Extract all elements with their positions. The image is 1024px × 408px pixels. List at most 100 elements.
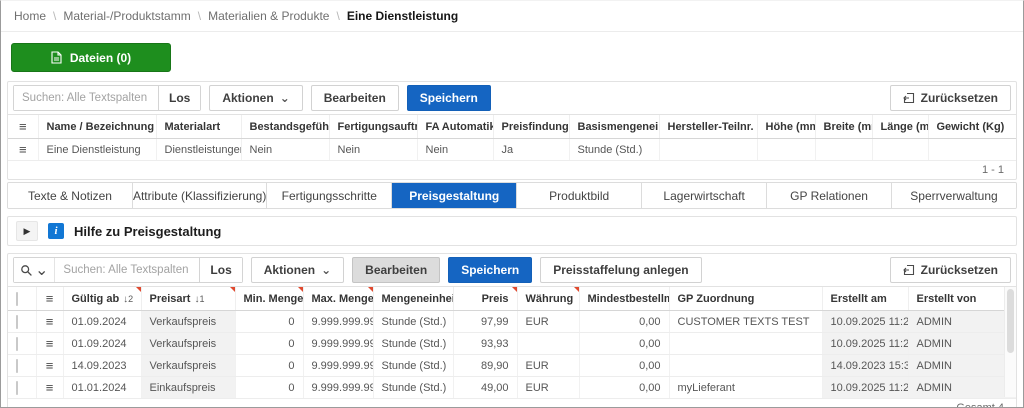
pricing-save-button[interactable]: Speichern (448, 257, 532, 283)
col-header-preis[interactable]: Preis (453, 287, 517, 311)
row-menu-icon[interactable]: ≡ (8, 115, 38, 139)
pricing-edit-button[interactable]: Bearbeiten (352, 257, 440, 283)
product-reset-button[interactable]: Zurücksetzen (890, 85, 1011, 111)
cell-min-menge[interactable]: 0 (235, 311, 303, 333)
cell-preis[interactable]: 49,00 (453, 377, 517, 399)
product-actions-menu-button[interactable]: Aktionen ⌄ (209, 85, 302, 111)
cell-gp-zuordnung[interactable]: myLieferant (669, 377, 822, 399)
col-header-mengeneinheit[interactable]: Mengeneinheit (373, 287, 453, 311)
col-header-waehrung[interactable]: Währung (517, 287, 579, 311)
row-checkbox[interactable] (8, 311, 36, 333)
cell-waehrung[interactable]: EUR (517, 355, 579, 377)
cell-min-menge[interactable]: 0 (235, 333, 303, 355)
col-header-erstellt-am[interactable]: Erstellt am (822, 287, 908, 311)
product-save-button[interactable]: Speichern (407, 85, 491, 111)
cell-max-menge[interactable]: 9.999.999.999 (303, 333, 373, 355)
files-button[interactable]: Dateien (0) (11, 43, 171, 72)
price-row[interactable]: ≡ 14.09.2023 Verkaufspreis 0 9.999.999.9… (8, 355, 1016, 377)
cell-mengeneinheit[interactable]: Stunde (Std.) (373, 355, 453, 377)
row-checkbox[interactable] (8, 333, 36, 355)
cell-mindestbestellmenge[interactable]: 0,00 (579, 333, 669, 355)
col-header-breite[interactable]: Breite (mm) (815, 115, 872, 139)
price-row[interactable]: ≡ 01.01.2024 Einkaufspreis 0 9.999.999.9… (8, 377, 1016, 399)
tab-texte-notizen[interactable]: Texte & Notizen (8, 183, 133, 208)
cell-preis[interactable]: 93,93 (453, 333, 517, 355)
col-header-max-menge[interactable]: Max. Menge (303, 287, 373, 311)
row-menu-icon[interactable]: ≡ (8, 139, 38, 161)
cell-min-menge[interactable]: 0 (235, 377, 303, 399)
row-checkbox[interactable] (8, 377, 36, 399)
tab-preisgestaltung[interactable]: Preisgestaltung (392, 183, 517, 208)
cell-mengeneinheit[interactable]: Stunde (Std.) (373, 377, 453, 399)
cell-max-menge[interactable]: 9.999.999.999 (303, 311, 373, 333)
row-menu-icon[interactable]: ≡ (36, 355, 63, 377)
col-header-preisart[interactable]: Preisart↓1 (141, 287, 235, 311)
cell-preis[interactable]: 89,90 (453, 355, 517, 377)
col-header-basismengeneinheit[interactable]: Basismengeneinheit (569, 115, 659, 139)
scrollbar-thumb[interactable] (1007, 289, 1014, 353)
breadcrumb-materialstamm[interactable]: Material-/Produktstamm (63, 9, 190, 23)
pricing-reset-button[interactable]: Zurücksetzen (890, 257, 1011, 283)
vertical-scrollbar[interactable] (1004, 287, 1016, 397)
cell-hoehe[interactable] (757, 139, 815, 161)
product-row[interactable]: ≡ Eine Dienstleistung Dienstleistungen N… (8, 139, 1016, 161)
col-header-mpn[interactable]: Hersteller-Teilnr. (MPN) (659, 115, 757, 139)
cell-gp-zuordnung[interactable] (669, 333, 822, 355)
cell-gueltig-ab[interactable]: 01.09.2024 (63, 333, 141, 355)
cell-bestandsgefuehrt[interactable]: Nein (241, 139, 329, 161)
cell-gewicht[interactable] (928, 139, 1016, 161)
col-header-hoehe[interactable]: Höhe (mm) (757, 115, 815, 139)
search-column-select-button[interactable]: ⌄ (14, 258, 55, 282)
create-price-tier-button[interactable]: Preisstaffelung anlegen (540, 257, 701, 283)
tab-fertigungsschritte[interactable]: Fertigungsschritte (267, 183, 392, 208)
cell-name[interactable]: Eine Dienstleistung (38, 139, 156, 161)
col-header-materialart[interactable]: Materialart (156, 115, 241, 139)
product-search-go-button[interactable]: Los (158, 86, 200, 110)
cell-gueltig-ab[interactable]: 01.01.2024 (63, 377, 141, 399)
row-checkbox[interactable] (8, 355, 36, 377)
cell-gp-zuordnung[interactable]: CUSTOMER TEXTS TEST (669, 311, 822, 333)
cell-fertigungsauftrag[interactable]: Nein (329, 139, 417, 161)
price-row[interactable]: ≡ 01.09.2024 Verkaufspreis 0 9.999.999.9… (8, 333, 1016, 355)
cell-mengeneinheit[interactable]: Stunde (Std.) (373, 311, 453, 333)
tab-sperrverwaltung[interactable]: Sperrverwaltung (892, 183, 1016, 208)
select-all-checkbox[interactable] (8, 287, 36, 311)
cell-min-menge[interactable]: 0 (235, 355, 303, 377)
tab-lagerwirtschaft[interactable]: Lagerwirtschaft (642, 183, 767, 208)
product-search-input[interactable] (14, 86, 158, 110)
cell-mindestbestellmenge[interactable]: 0,00 (579, 355, 669, 377)
cell-gueltig-ab[interactable]: 14.09.2023 (63, 355, 141, 377)
tab-produktbild[interactable]: Produktbild (517, 183, 642, 208)
cell-max-menge[interactable]: 9.999.999.999 (303, 355, 373, 377)
cell-mindestbestellmenge[interactable]: 0,00 (579, 311, 669, 333)
cell-mindestbestellmenge[interactable]: 0,00 (579, 377, 669, 399)
tab-attribute[interactable]: Attribute (Klassifizierung) (133, 183, 267, 208)
col-header-min-menge[interactable]: Min. Menge (235, 287, 303, 311)
col-header-gueltig-ab[interactable]: Gültig ab↓2 (63, 287, 141, 311)
cell-gueltig-ab[interactable]: 01.09.2024 (63, 311, 141, 333)
cell-fa-automatik[interactable]: Nein (417, 139, 493, 161)
price-row[interactable]: ≡ 01.09.2024 Verkaufspreis 0 9.999.999.9… (8, 311, 1016, 333)
cell-max-menge[interactable]: 9.999.999.999 (303, 377, 373, 399)
col-header-mindestbestellmenge[interactable]: Mindestbestellmenge (579, 287, 669, 311)
cell-laenge[interactable] (872, 139, 928, 161)
cell-mengeneinheit[interactable]: Stunde (Std.) (373, 333, 453, 355)
pricing-search-go-button[interactable]: Los (199, 258, 241, 282)
col-header-gewicht[interactable]: Gewicht (Kg) (928, 115, 1016, 139)
cell-waehrung[interactable] (517, 333, 579, 355)
col-header-fa-automatik[interactable]: FA Automatik (417, 115, 493, 139)
cell-mpn[interactable] (659, 139, 757, 161)
col-header-gp-zuordnung[interactable]: GP Zuordnung (669, 287, 822, 311)
row-menu-icon[interactable]: ≡ (36, 377, 63, 399)
tab-gp-relationen[interactable]: GP Relationen (767, 183, 892, 208)
col-header-name[interactable]: Name / Bezeichnung (38, 115, 156, 139)
col-header-preisfindung[interactable]: Preisfindung (493, 115, 569, 139)
product-edit-button[interactable]: Bearbeiten (311, 85, 399, 111)
col-header-fertigungsauftrag[interactable]: Fertigungsauftrag (329, 115, 417, 139)
breadcrumb-home[interactable]: Home (14, 9, 46, 23)
cell-materialart[interactable]: Dienstleistungen (156, 139, 241, 161)
cell-breite[interactable] (815, 139, 872, 161)
cell-gp-zuordnung[interactable] (669, 355, 822, 377)
collapse-toggle-button[interactable]: ▶ (16, 221, 38, 241)
col-header-erstellt-von[interactable]: Erstellt von (908, 287, 1016, 311)
